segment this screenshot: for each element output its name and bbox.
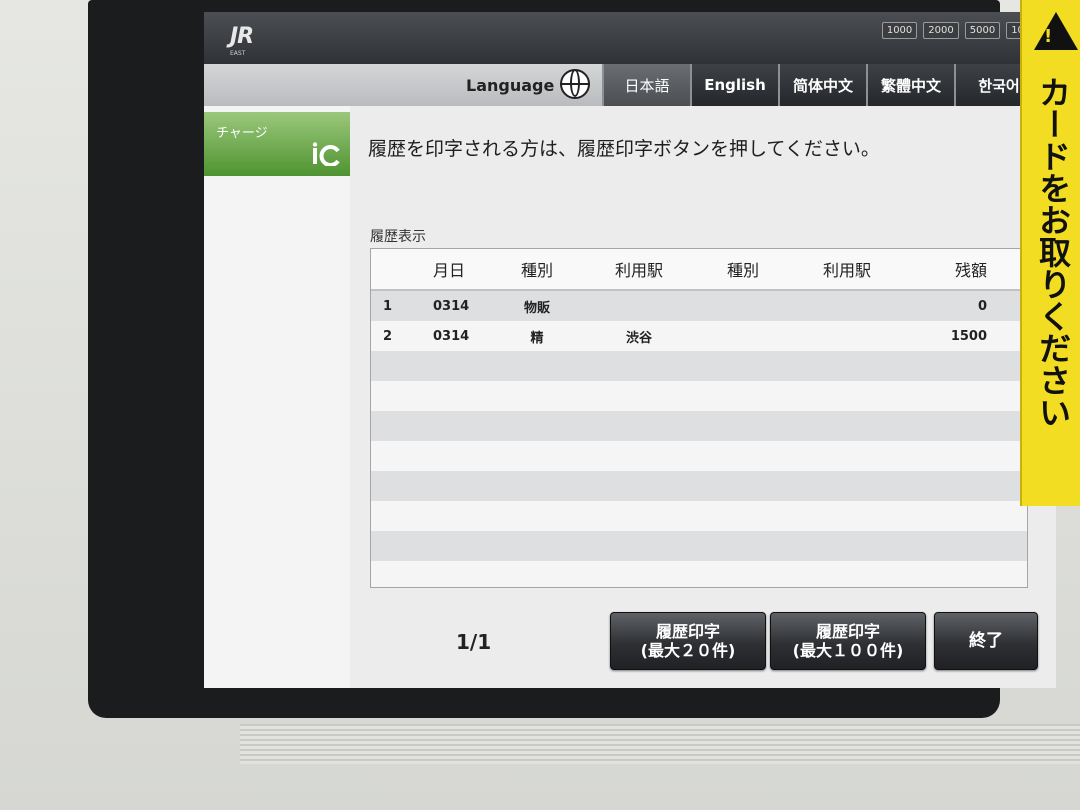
button-line1: 履歴印字 xyxy=(655,622,720,641)
col-station1: 利用駅 xyxy=(614,261,663,280)
row-type1: 精 xyxy=(530,330,544,346)
screen-bezel: JR EAST 1000 2000 5000 10000 Language 日本… xyxy=(88,0,1056,718)
col-station2: 利用駅 xyxy=(822,261,871,280)
row-type1: 物販 xyxy=(523,300,550,316)
table-row-empty xyxy=(371,441,1027,471)
button-label: 終了 xyxy=(969,630,1003,651)
main-panel: 履歴を印字される方は、履歴印字ボタンを押してください。 履歴表示 月日 種別 利… xyxy=(350,106,1056,688)
jr-logo: JR xyxy=(230,24,254,49)
row-no: 2 xyxy=(383,328,393,344)
tab-traditional-chinese[interactable]: 繁體中文 xyxy=(866,64,954,106)
language-bar: Language 日本語 English 简体中文 繁體中文 한국어 xyxy=(204,64,1056,106)
col-balance: 残額 xyxy=(954,261,987,280)
history-section-label: 履歴表示 xyxy=(370,229,426,245)
table-row: 1 0314 物販 0 xyxy=(371,291,1027,321)
table-row: 2 0314 精 渋谷 1500 xyxy=(371,321,1027,351)
end-button[interactable]: 終了 xyxy=(934,612,1038,670)
language-tabs: 日本語 English 简体中文 繁體中文 한국어 xyxy=(602,64,1042,106)
tab-english[interactable]: English xyxy=(690,64,778,106)
col-type2: 種別 xyxy=(726,261,759,280)
globe-icon xyxy=(560,69,590,99)
speaker-grille xyxy=(240,724,1080,764)
row-date: 0314 xyxy=(433,298,470,314)
tab-simplified-chinese[interactable]: 简体中文 xyxy=(778,64,866,106)
col-type1: 種別 xyxy=(520,261,553,280)
note-5000: 5000 xyxy=(964,22,1001,39)
top-bar: JR EAST 1000 2000 5000 10000 xyxy=(204,12,1056,64)
warning-mark: ! xyxy=(1044,26,1053,47)
language-label: Language xyxy=(466,76,555,95)
button-line2: (最大２０件) xyxy=(640,641,736,660)
card-reminder-sticker: ! カードをお取りください xyxy=(1020,0,1080,506)
instruction-text: 履歴を印字される方は、履歴印字ボタンを押してください。 xyxy=(368,138,880,160)
col-date: 月日 xyxy=(433,261,466,280)
warning-icon xyxy=(1034,12,1078,50)
ic-card-icon xyxy=(312,142,340,166)
charge-label: チャージ xyxy=(216,126,268,141)
table-row-empty xyxy=(371,531,1027,561)
row-station1: 渋谷 xyxy=(625,330,652,346)
table-row-empty xyxy=(371,351,1027,381)
table-row-empty xyxy=(371,471,1027,501)
sidebar: チャージ xyxy=(204,106,350,688)
touch-screen: JR EAST 1000 2000 5000 10000 Language 日本… xyxy=(204,12,1056,688)
note-1000: 1000 xyxy=(881,22,918,39)
row-balance: 1500 xyxy=(950,328,987,344)
sidebar-item-charge[interactable]: チャージ xyxy=(204,112,350,176)
table-row-empty xyxy=(371,411,1027,441)
table-row-empty xyxy=(371,501,1027,531)
table-header: 月日 種別 利用駅 種別 利用駅 残額 xyxy=(371,249,1027,291)
print-history-20-button[interactable]: 履歴印字 (最大２０件) xyxy=(610,612,766,670)
table-row-empty xyxy=(371,561,1027,587)
page-indicator: 1/1 xyxy=(456,630,492,654)
tab-japanese[interactable]: 日本語 xyxy=(602,64,690,106)
history-table: 月日 種別 利用駅 種別 利用駅 残額 1 0314 物販 0 2 0314 精… xyxy=(370,248,1028,588)
sticker-text: カードをお取りください xyxy=(1034,76,1072,428)
button-line1: 履歴印字 xyxy=(815,622,880,641)
jr-logo-sub: EAST xyxy=(230,50,246,57)
row-balance: 0 xyxy=(977,298,987,314)
row-date: 0314 xyxy=(433,328,470,344)
row-no: 1 xyxy=(383,298,393,314)
print-history-100-button[interactable]: 履歴印字 (最大１００件) xyxy=(770,612,926,670)
note-2000: 2000 xyxy=(923,22,959,39)
table-row-empty xyxy=(371,381,1027,411)
button-line2: (最大１００件) xyxy=(792,641,904,660)
